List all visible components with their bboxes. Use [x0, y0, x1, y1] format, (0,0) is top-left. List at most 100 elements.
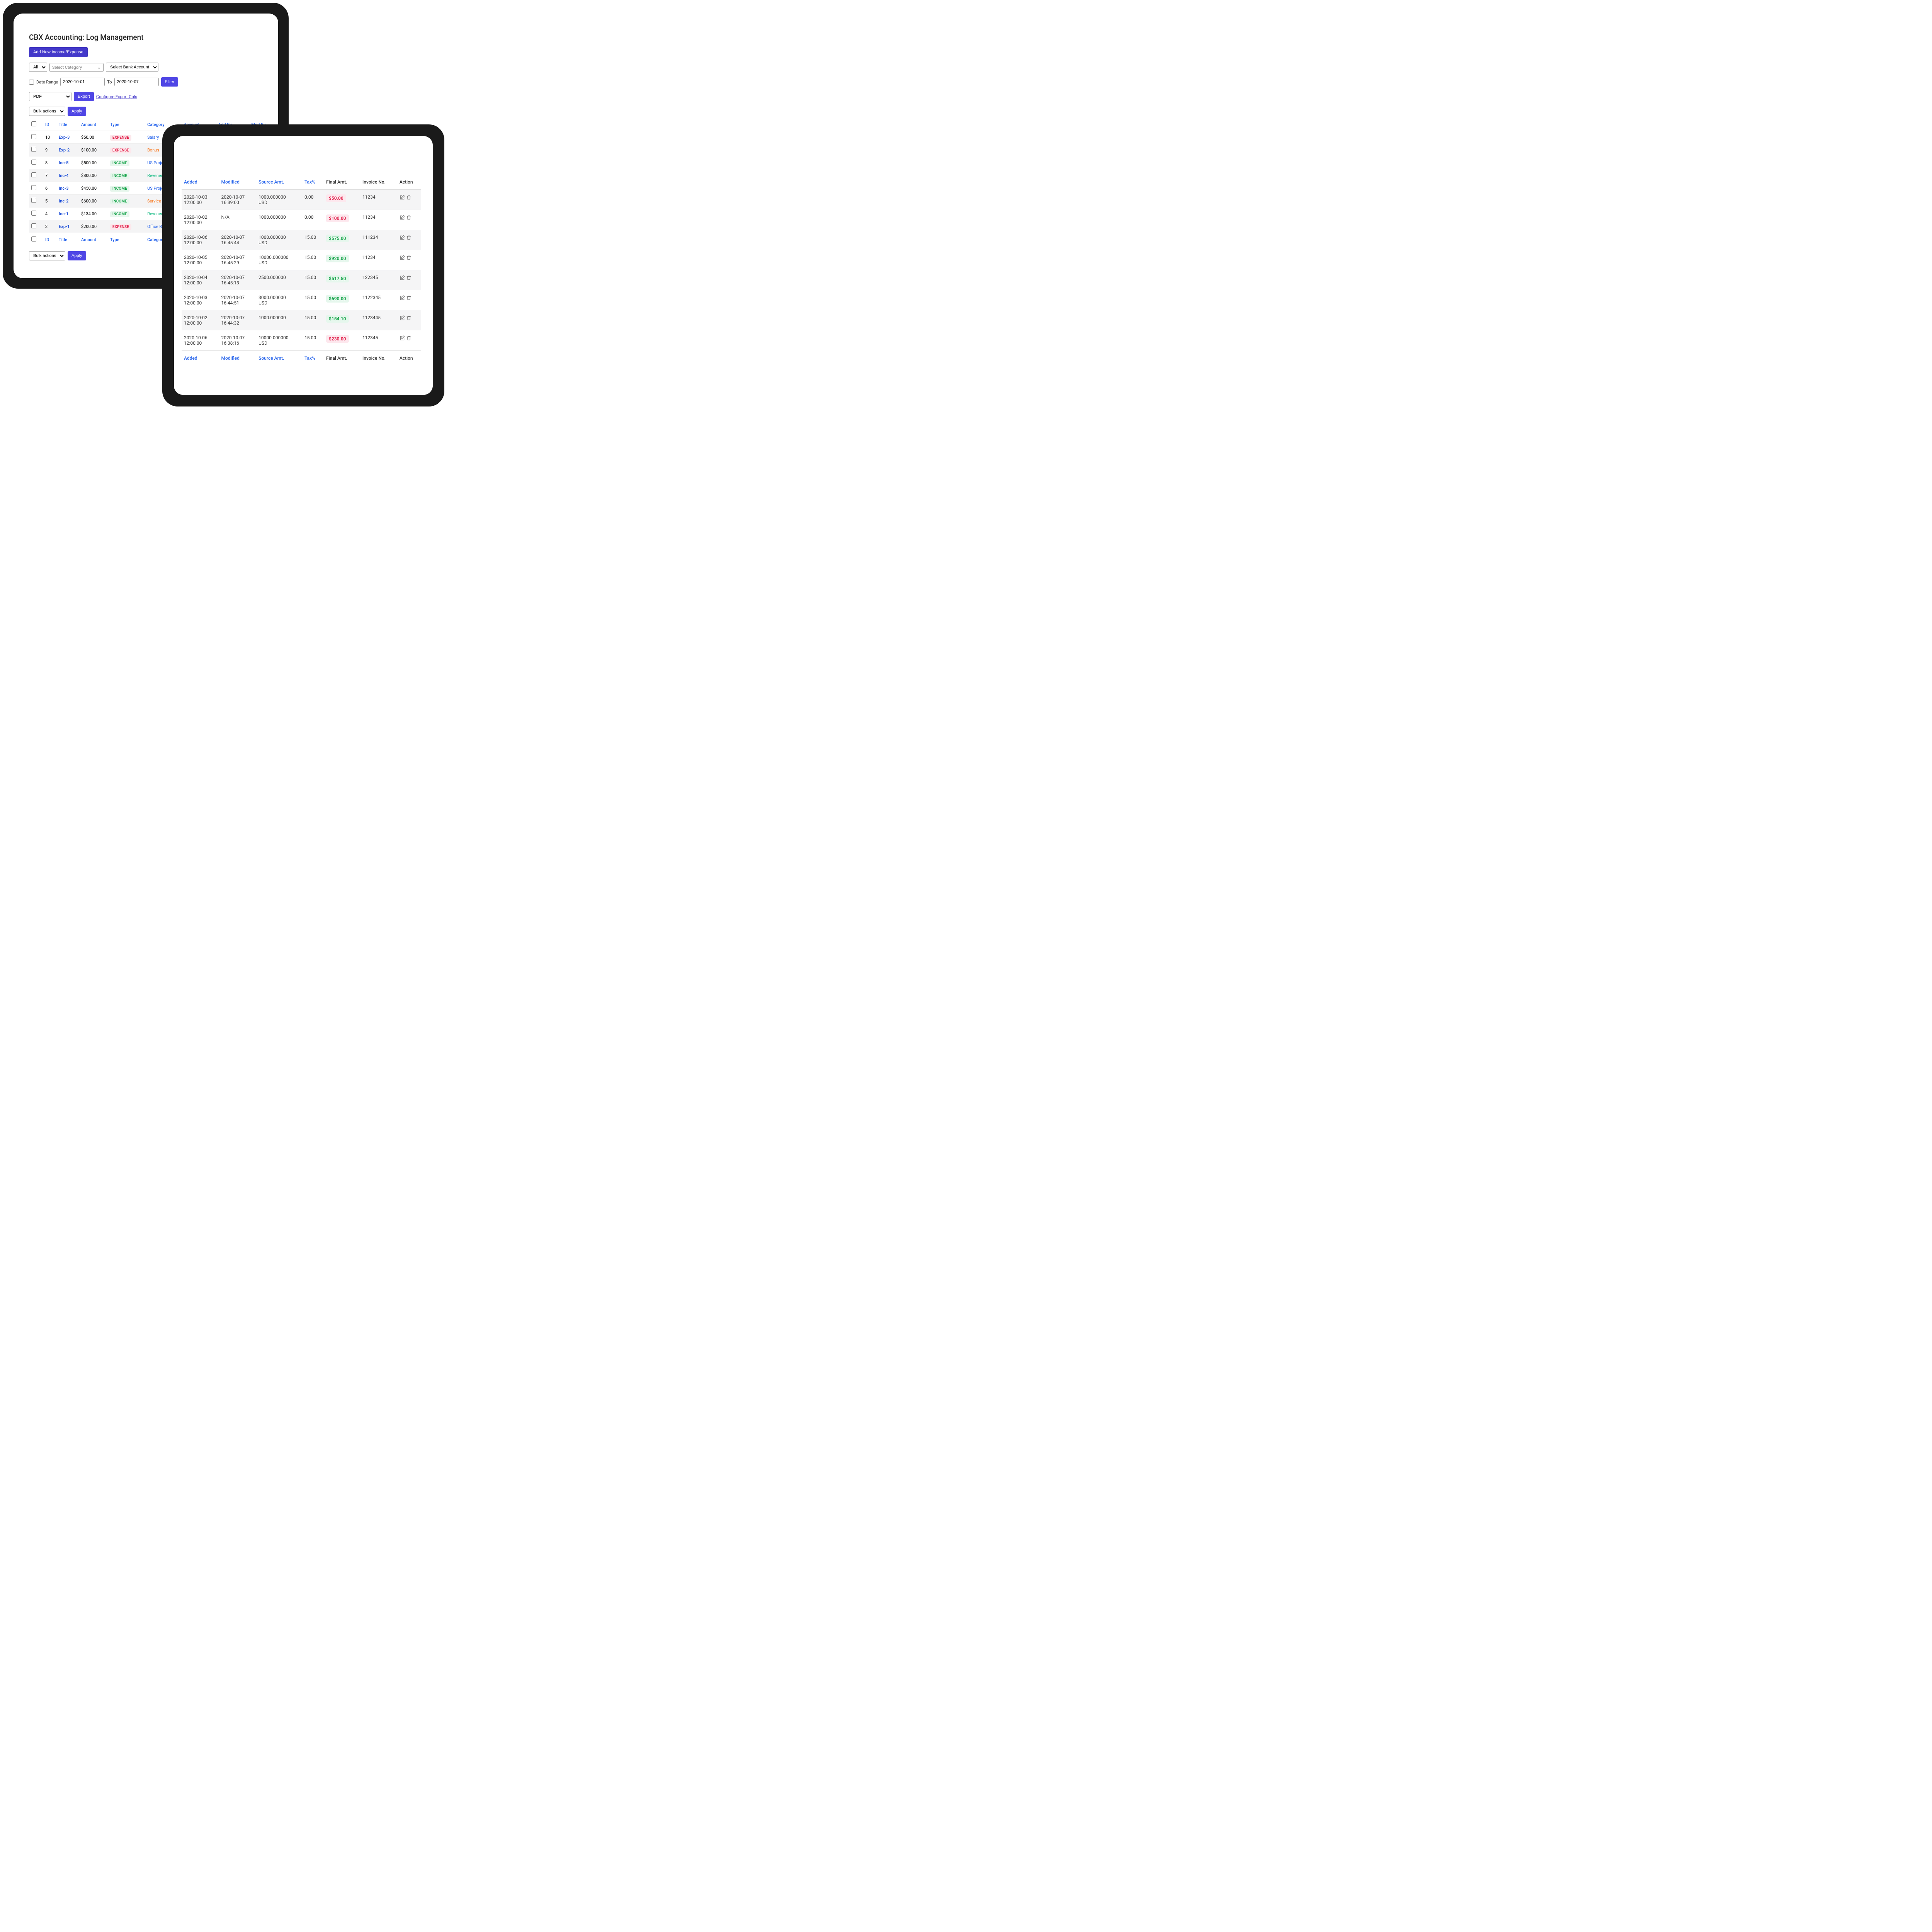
- added-cell: 2020-10-0512:00:00: [182, 250, 219, 270]
- type-badge: EXPENSE: [110, 135, 131, 141]
- footer-col-tax[interactable]: Tax%: [302, 351, 324, 366]
- category-cell[interactable]: Service: [147, 199, 161, 204]
- row-checkbox[interactable]: [31, 198, 36, 203]
- modified-cell: N/A: [219, 210, 257, 230]
- row-checkbox[interactable]: [31, 134, 36, 139]
- category-cell[interactable]: Bonus: [147, 148, 159, 153]
- edit-icon[interactable]: [400, 195, 405, 200]
- footer-col-modified[interactable]: Modified: [219, 351, 257, 366]
- edit-icon[interactable]: [400, 215, 405, 220]
- bank-account-select[interactable]: Select Bank Account: [106, 63, 158, 72]
- row-checkbox[interactable]: [31, 223, 36, 228]
- title-link[interactable]: Exp-3: [59, 135, 70, 140]
- edit-icon[interactable]: [400, 315, 405, 321]
- added-cell: 2020-10-0312:00:00: [182, 190, 219, 210]
- col-type[interactable]: Type: [108, 118, 145, 131]
- footer-col-amount[interactable]: Amount: [79, 233, 108, 246]
- amount-cell: $100.00: [79, 144, 108, 156]
- row-checkbox[interactable]: [31, 185, 36, 190]
- export-button[interactable]: Export: [74, 92, 94, 101]
- edit-icon[interactable]: [400, 235, 405, 240]
- footer-col-id[interactable]: ID: [43, 233, 56, 246]
- detail-table: AddedModifiedSource Amt.Tax%Final Amt.In…: [182, 175, 421, 366]
- title-link[interactable]: Inc-1: [59, 211, 68, 216]
- filter-button[interactable]: Filter: [161, 77, 178, 87]
- category-cell[interactable]: Reveneu: [147, 173, 163, 178]
- tax-cell: 0.00: [302, 210, 324, 230]
- col-id[interactable]: ID: [43, 118, 56, 131]
- id-cell: 7: [43, 169, 56, 182]
- add-income-expense-button[interactable]: Add New Income/Expense: [29, 47, 88, 57]
- action-cell: [397, 310, 421, 330]
- category-select[interactable]: Select Category ⌄: [49, 63, 104, 72]
- table-row: 2020-10-0512:00:002020-10-0716:45:291000…: [182, 250, 421, 270]
- category-cell[interactable]: Salary: [147, 135, 159, 140]
- final-amount-badge: $230.00: [326, 335, 349, 343]
- title-link[interactable]: Inc-4: [59, 173, 68, 178]
- apply-button-top[interactable]: Apply: [68, 107, 86, 116]
- trash-icon[interactable]: [406, 215, 412, 220]
- modified-cell: 2020-10-0716:45:44: [219, 230, 257, 250]
- footer-col-added[interactable]: Added: [182, 351, 219, 366]
- invoice-cell: 11234: [360, 190, 397, 210]
- chevron-down-icon: ⌄: [97, 65, 101, 70]
- row-checkbox[interactable]: [31, 211, 36, 216]
- col-modified[interactable]: Modified: [219, 175, 257, 190]
- edit-icon[interactable]: [400, 295, 405, 301]
- col-source[interactable]: Source Amt.: [256, 175, 302, 190]
- configure-export-link[interactable]: Configure Export Cols: [96, 94, 137, 99]
- col-title[interactable]: Title: [56, 118, 79, 131]
- apply-button-bottom[interactable]: Apply: [68, 251, 86, 260]
- edit-icon[interactable]: [400, 275, 405, 281]
- final-amount-badge: $50.00: [326, 194, 346, 202]
- trash-icon[interactable]: [406, 255, 412, 260]
- trash-icon[interactable]: [406, 275, 412, 281]
- modified-cell: 2020-10-0716:39:00: [219, 190, 257, 210]
- footer-col-source[interactable]: Source Amt.: [256, 351, 302, 366]
- title-link[interactable]: Inc-5: [59, 160, 68, 165]
- category-cell[interactable]: Reveneu: [147, 211, 163, 216]
- export-format-select[interactable]: PDF: [29, 92, 71, 101]
- row-checkbox[interactable]: [31, 147, 36, 152]
- title-link[interactable]: Inc-2: [59, 199, 68, 204]
- bulk-actions-select-top[interactable]: Bulk actions: [29, 107, 65, 116]
- bulk-actions-select-bottom[interactable]: Bulk actions: [29, 251, 65, 260]
- trash-icon[interactable]: [406, 295, 412, 301]
- row-checkbox[interactable]: [31, 172, 36, 177]
- to-label: To: [107, 80, 112, 85]
- tax-cell: 15.00: [302, 270, 324, 290]
- edit-icon[interactable]: [400, 335, 405, 341]
- type-badge: EXPENSE: [110, 148, 131, 153]
- final-amount-badge: $920.00: [326, 255, 349, 262]
- trash-icon[interactable]: [406, 195, 412, 200]
- date-from-input[interactable]: [60, 78, 105, 86]
- footer-col-title[interactable]: Title: [56, 233, 79, 246]
- title-link[interactable]: Inc-3: [59, 186, 68, 191]
- date-range-label: Date Range: [36, 80, 58, 85]
- trash-icon[interactable]: [406, 315, 412, 321]
- edit-icon[interactable]: [400, 255, 405, 260]
- source-cell: 10000.000000USD: [256, 250, 302, 270]
- col-added[interactable]: Added: [182, 175, 219, 190]
- trash-icon[interactable]: [406, 335, 412, 341]
- type-badge: INCOME: [110, 160, 129, 166]
- date-range-checkbox[interactable]: [29, 80, 34, 85]
- col-amount[interactable]: Amount: [79, 118, 108, 131]
- select-all-bottom-checkbox[interactable]: [31, 236, 36, 242]
- tax-cell: 15.00: [302, 330, 324, 351]
- table-row: 2020-10-0212:00:00N/A1000.0000000.00$100…: [182, 210, 421, 230]
- date-to-input[interactable]: [114, 78, 159, 86]
- select-all-checkbox[interactable]: [31, 121, 36, 126]
- filter-row-1: All Select Category ⌄ Select Bank Accoun…: [29, 63, 278, 72]
- trash-icon[interactable]: [406, 235, 412, 240]
- row-checkbox[interactable]: [31, 160, 36, 165]
- added-cell: 2020-10-0412:00:00: [182, 270, 219, 290]
- title-link[interactable]: Exp-1: [59, 224, 70, 229]
- invoice-cell: 112345: [360, 330, 397, 351]
- type-select[interactable]: All: [29, 63, 47, 72]
- footer-col-type[interactable]: Type: [108, 233, 145, 246]
- col-tax[interactable]: Tax%: [302, 175, 324, 190]
- source-cell: 2500.000000: [256, 270, 302, 290]
- select-all-header[interactable]: [29, 118, 43, 131]
- title-link[interactable]: Exp-2: [59, 148, 70, 153]
